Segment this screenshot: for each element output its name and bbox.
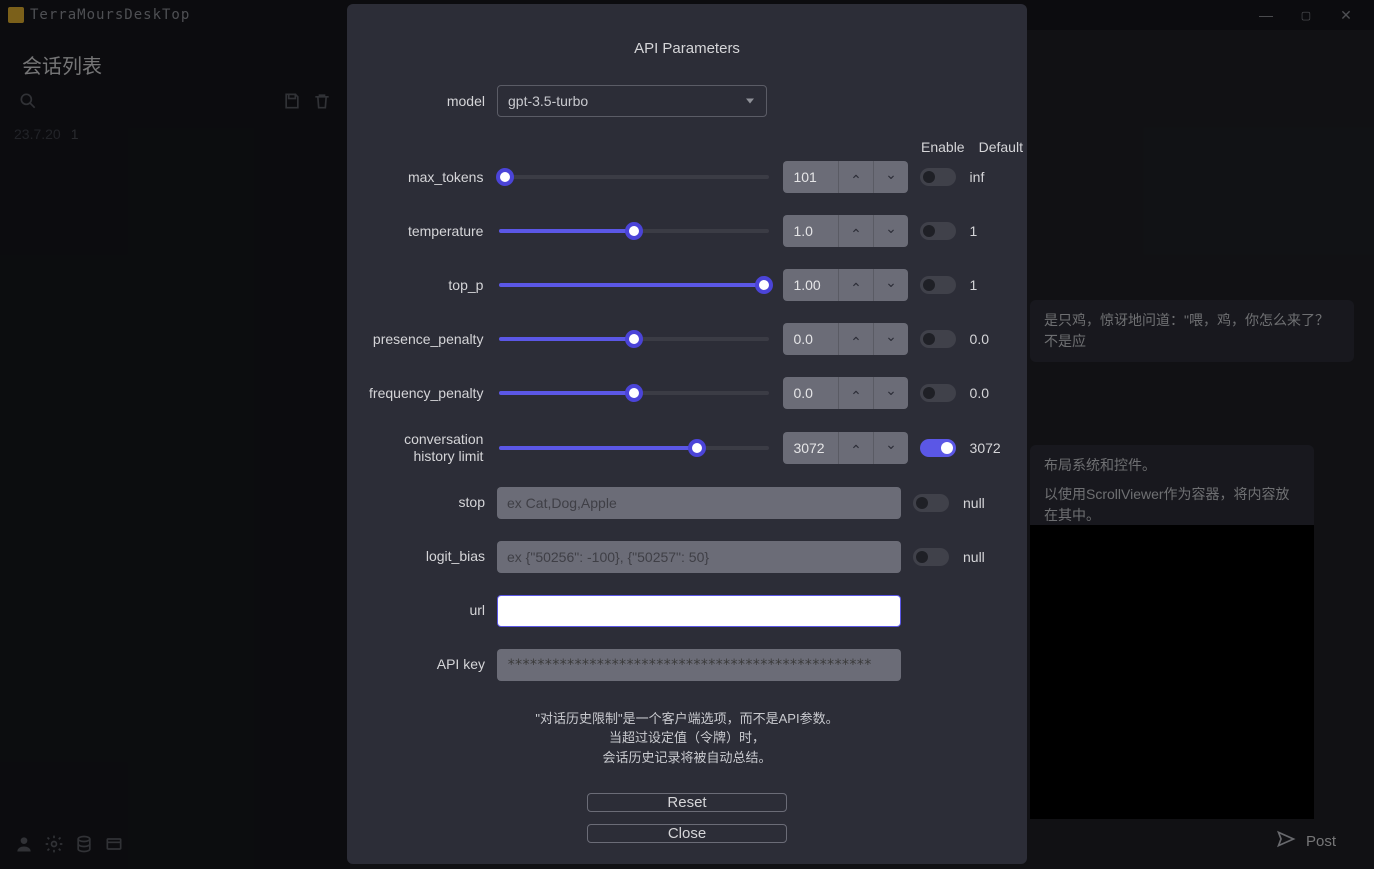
api-parameters-modal: API Parameters model gpt-3.5-turbo Enabl… xyxy=(347,4,1027,864)
history-limit-stepper[interactable]: 3072 xyxy=(783,432,908,464)
presence-penalty-slider[interactable] xyxy=(499,337,769,341)
history-limit-default: 3072 xyxy=(970,440,1013,456)
reset-button[interactable]: Reset xyxy=(587,793,787,812)
model-select[interactable]: gpt-3.5-turbo xyxy=(497,85,767,117)
top-p-toggle[interactable] xyxy=(920,276,956,294)
top-p-stepper[interactable]: 1.00 xyxy=(783,269,908,301)
frequency-penalty-label: frequency_penalty xyxy=(361,385,495,402)
history-limit-slider[interactable] xyxy=(499,446,769,450)
chevron-up-icon[interactable] xyxy=(838,269,873,301)
stop-label: stop xyxy=(361,494,497,511)
logit-bias-input[interactable] xyxy=(497,541,901,573)
frequency-penalty-default: 0.0 xyxy=(970,385,1013,401)
frequency-penalty-toggle[interactable] xyxy=(920,384,956,402)
frequency-penalty-slider[interactable] xyxy=(499,391,769,395)
chevron-down-icon[interactable] xyxy=(873,269,908,301)
chevron-up-icon[interactable] xyxy=(838,377,873,409)
chevron-up-icon[interactable] xyxy=(838,323,873,355)
top-p-default: 1 xyxy=(970,277,1013,293)
logit-bias-toggle[interactable] xyxy=(913,548,949,566)
modal-title: API Parameters xyxy=(361,40,1013,57)
presence-penalty-stepper[interactable]: 0.0 xyxy=(783,323,908,355)
chevron-up-icon[interactable] xyxy=(838,161,873,193)
url-label: url xyxy=(361,602,497,619)
presence-penalty-default: 0.0 xyxy=(970,331,1013,347)
close-button[interactable]: Close xyxy=(587,824,787,843)
chevron-up-icon[interactable] xyxy=(838,432,873,464)
max-tokens-default: inf xyxy=(970,169,1013,185)
stop-input[interactable] xyxy=(497,487,901,519)
presence-penalty-toggle[interactable] xyxy=(920,330,956,348)
logit-bias-label: logit_bias xyxy=(361,548,497,565)
default-header: Default xyxy=(979,139,1023,155)
temperature-stepper[interactable]: 1.0 xyxy=(783,215,908,247)
temperature-slider[interactable] xyxy=(499,229,769,233)
stop-toggle[interactable] xyxy=(913,494,949,512)
temperature-toggle[interactable] xyxy=(920,222,956,240)
max-tokens-label: max_tokens xyxy=(361,169,495,186)
max-tokens-slider[interactable] xyxy=(499,175,769,179)
presence-penalty-label: presence_penalty xyxy=(361,331,495,348)
max-tokens-toggle[interactable] xyxy=(920,168,956,186)
model-label: model xyxy=(361,93,497,110)
top-p-slider[interactable] xyxy=(499,283,769,287)
help-text: "对话历史限制"是一个客户端选项，而不是API参数。 当超过设定值（令牌）时， … xyxy=(361,709,1013,768)
temperature-label: temperature xyxy=(361,223,495,240)
logit-bias-default: null xyxy=(963,549,1007,565)
temperature-default: 1 xyxy=(970,223,1013,239)
chevron-down-icon[interactable] xyxy=(873,161,908,193)
max-tokens-stepper[interactable]: 101 xyxy=(783,161,908,193)
chevron-down-icon[interactable] xyxy=(873,432,908,464)
chevron-down-icon[interactable] xyxy=(873,215,908,247)
modal-overlay: API Parameters model gpt-3.5-turbo Enabl… xyxy=(0,0,1374,869)
history-limit-toggle[interactable] xyxy=(920,439,956,457)
enable-header: Enable xyxy=(921,139,965,155)
chevron-up-icon[interactable] xyxy=(838,215,873,247)
chevron-down-icon[interactable] xyxy=(873,377,908,409)
api-key-input[interactable] xyxy=(497,649,901,681)
stop-default: null xyxy=(963,495,1007,511)
url-input[interactable] xyxy=(497,595,901,627)
frequency-penalty-stepper[interactable]: 0.0 xyxy=(783,377,908,409)
api-key-label: API key xyxy=(361,656,497,673)
history-limit-label: conversation history limit xyxy=(361,431,495,465)
chevron-down-icon[interactable] xyxy=(873,323,908,355)
top-p-label: top_p xyxy=(361,277,495,294)
